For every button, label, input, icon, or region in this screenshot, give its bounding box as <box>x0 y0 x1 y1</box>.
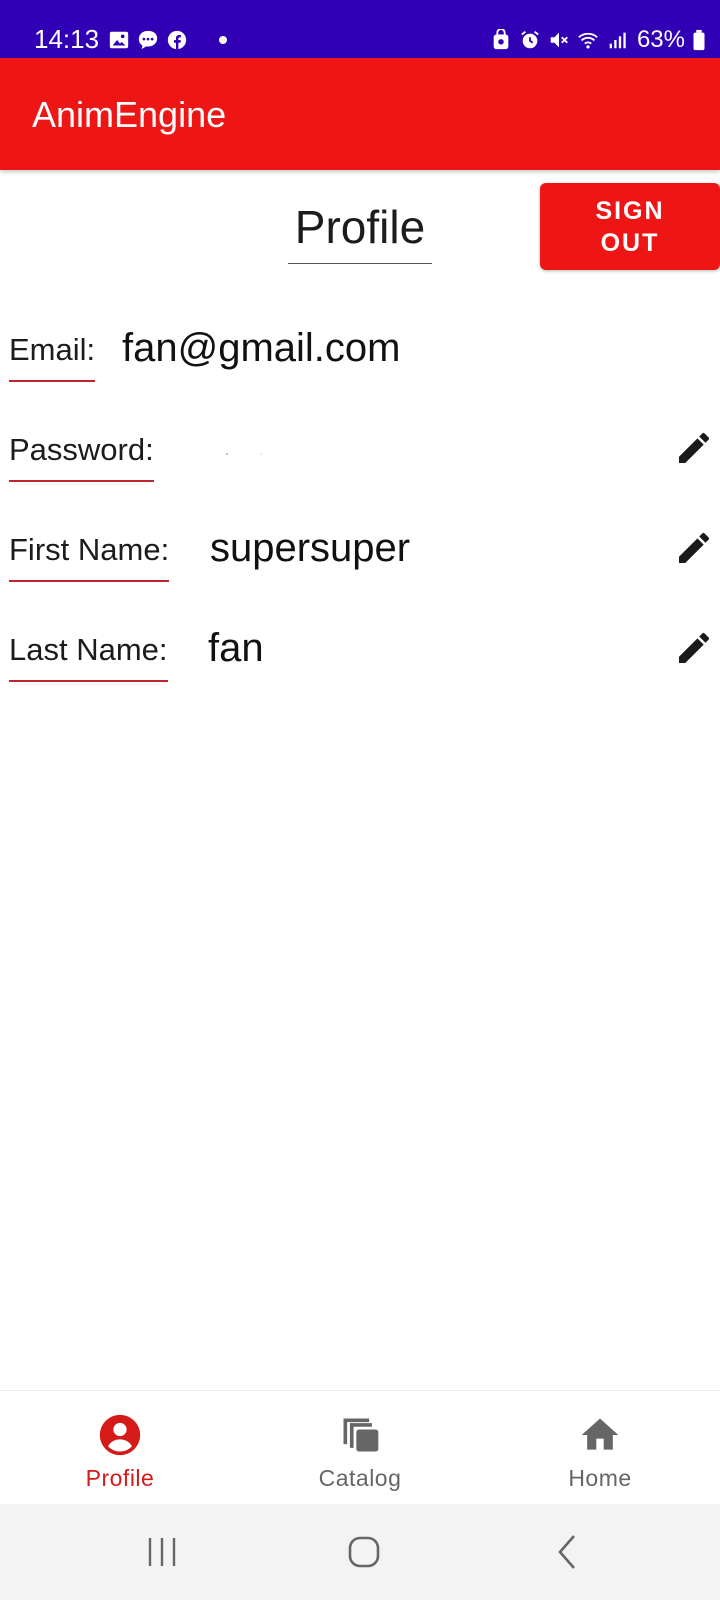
nav-item-profile[interactable]: Profile <box>20 1391 220 1505</box>
first-name-value: supersuper <box>210 526 411 570</box>
nav-item-catalog[interactable]: Catalog <box>260 1391 460 1505</box>
email-value: fan@gmail.com <box>122 326 401 370</box>
app-title: AnimEngine <box>32 94 227 135</box>
last-name-label: Last Name: <box>9 630 168 682</box>
gallery-icon <box>108 29 130 51</box>
pencil-icon <box>679 432 710 463</box>
nav-label-home: Home <box>568 1465 632 1491</box>
back-icon[interactable] <box>546 1530 590 1574</box>
home-icon <box>578 1413 622 1457</box>
battery-percent: 63% <box>636 26 685 53</box>
last-name-value: fan <box>208 626 264 670</box>
facebook-icon <box>166 29 188 51</box>
home-circle-icon[interactable] <box>342 1530 386 1574</box>
first-name-label: First Name: <box>9 530 170 582</box>
nav-label-catalog: Catalog <box>318 1465 402 1491</box>
sign-out-button[interactable]: SIGN OUT <box>540 183 720 270</box>
status-bar: 14:13 63% <box>0 0 720 58</box>
recents-icon[interactable] <box>140 1530 184 1574</box>
pencil-icon <box>679 632 710 663</box>
wifi-icon <box>577 29 599 51</box>
pencil-icon <box>679 532 710 563</box>
battery-icon <box>692 29 706 51</box>
alarm-icon <box>519 29 541 51</box>
privacy-icon <box>490 29 512 51</box>
mute-icon <box>548 29 570 51</box>
nav-label-profile: Profile <box>85 1465 155 1491</box>
email-label: Email: <box>9 330 96 382</box>
edit-password-button[interactable] <box>674 428 714 468</box>
status-system-icons: 63% <box>490 27 706 53</box>
account-circle-icon <box>98 1413 142 1457</box>
dot-icon <box>219 36 227 44</box>
edit-last-name-button[interactable] <box>674 628 714 668</box>
password-mask <box>226 453 262 455</box>
status-notification-icons <box>108 27 227 53</box>
password-label: Password: <box>9 430 154 482</box>
nav-item-home[interactable]: Home <box>500 1391 700 1505</box>
first-name-row: First Name: supersuper <box>0 526 720 590</box>
edit-first-name-button[interactable] <box>674 528 714 568</box>
status-time: 14:13 <box>34 24 100 54</box>
chat-icon <box>137 29 159 51</box>
password-row: Password: <box>0 430 720 490</box>
app-bar: AnimEngine <box>0 58 720 170</box>
library-icon <box>338 1413 382 1457</box>
last-name-row: Last Name: fan <box>0 626 720 690</box>
signal-icon <box>606 29 628 51</box>
bottom-navigation: Profile Catalog Home <box>0 1390 720 1504</box>
email-row: Email: fan@gmail.com <box>0 326 720 390</box>
system-navigation-bar <box>0 1504 720 1600</box>
page-title: Profile <box>288 200 432 264</box>
